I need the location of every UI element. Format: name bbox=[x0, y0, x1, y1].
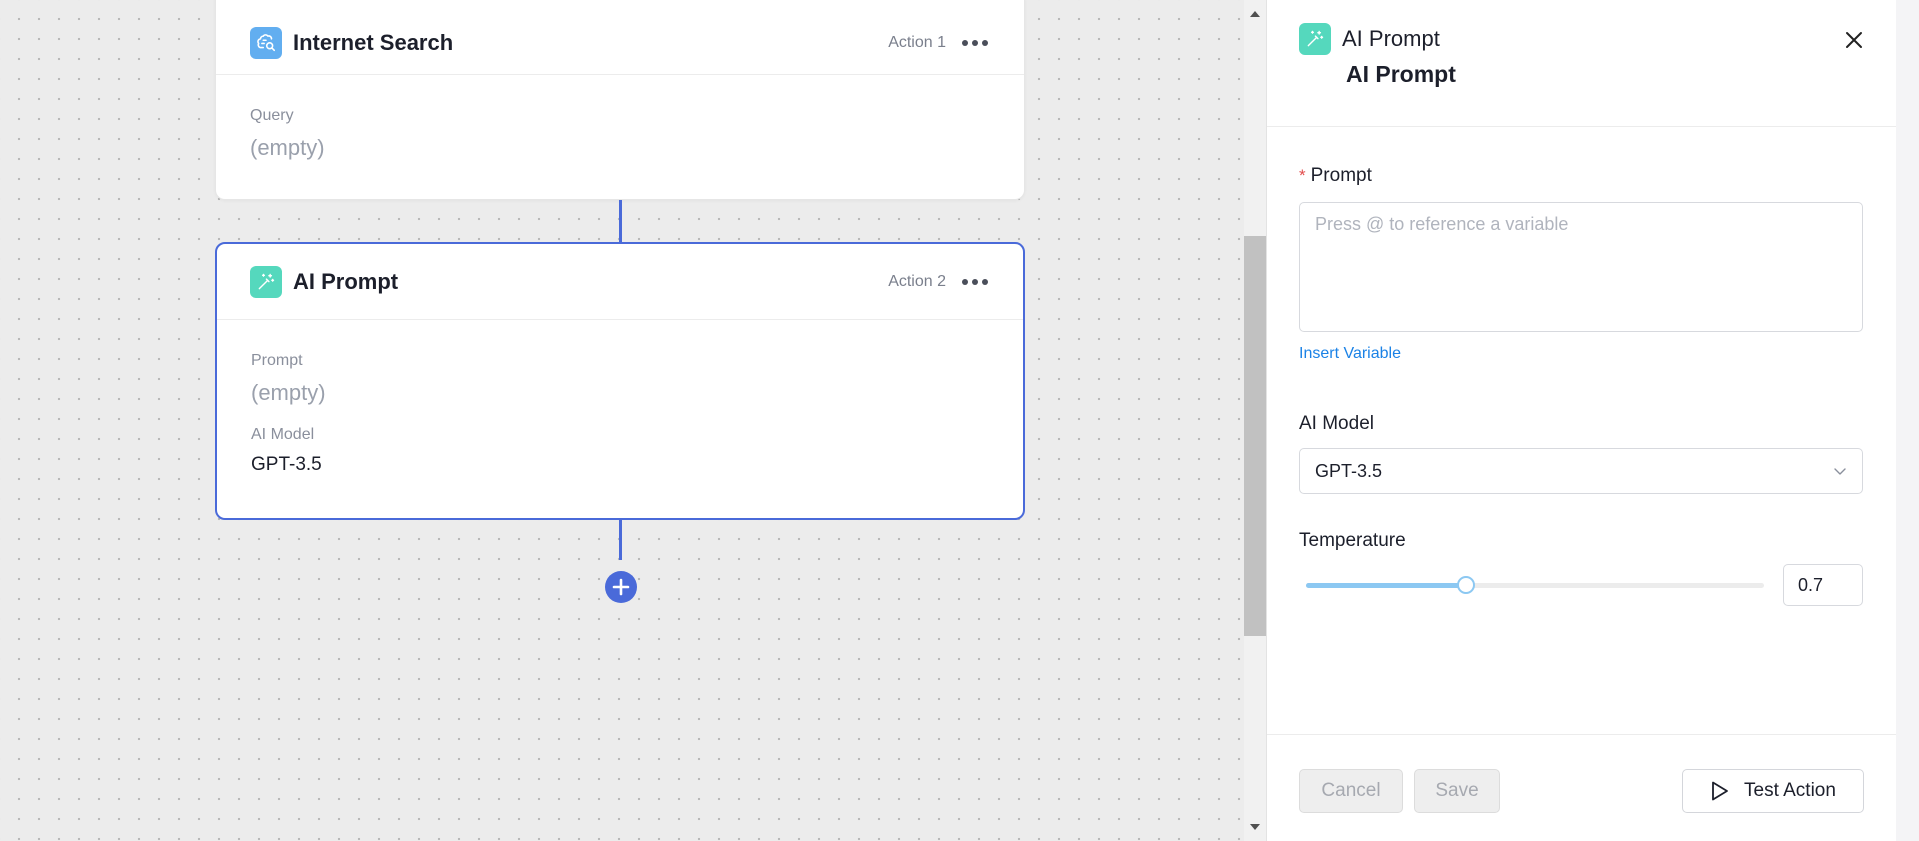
action-settings-panel: AI Prompt AI Prompt * Prompt Press @ to … bbox=[1266, 0, 1896, 841]
save-button[interactable]: Save bbox=[1414, 769, 1500, 813]
sparkle-wand-icon bbox=[1299, 23, 1331, 55]
field-value-query: (empty) bbox=[250, 135, 325, 160]
add-step-button[interactable] bbox=[605, 571, 637, 603]
node-header: Internet Search Action 1 bbox=[216, 0, 1024, 75]
node-header: AI Prompt Action 2 bbox=[217, 244, 1023, 320]
panel-subtitle[interactable]: AI Prompt bbox=[1346, 61, 1864, 88]
plus-circle-icon bbox=[612, 578, 630, 596]
test-action-label: Test Action bbox=[1744, 780, 1836, 801]
required-asterisk: * bbox=[1299, 166, 1306, 185]
workflow-canvas[interactable]: Internet Search Action 1 Query (empty) A… bbox=[0, 0, 1244, 841]
chevron-down-icon bbox=[1834, 468, 1846, 475]
temperature-input[interactable]: 0.7 bbox=[1783, 564, 1863, 606]
more-options-icon[interactable] bbox=[960, 36, 990, 50]
slider-handle[interactable] bbox=[1457, 575, 1476, 594]
field-label-prompt: Prompt bbox=[251, 352, 303, 369]
panel-title: AI Prompt bbox=[1342, 26, 1440, 51]
ai-model-label: AI Model bbox=[1299, 413, 1374, 434]
canvas-scrollbar[interactable] bbox=[1244, 0, 1266, 841]
field-label-query: Query bbox=[250, 107, 294, 124]
field-value-prompt: (empty) bbox=[251, 380, 326, 405]
scroll-down-arrow-icon[interactable] bbox=[1250, 824, 1260, 830]
play-icon bbox=[1712, 781, 1728, 801]
prompt-label-text: Prompt bbox=[1310, 165, 1372, 186]
ai-model-selected-value: GPT-3.5 bbox=[1315, 460, 1383, 481]
more-options-icon[interactable] bbox=[960, 275, 990, 289]
node-card-internet-search[interactable]: Internet Search Action 1 Query (empty) bbox=[215, 0, 1025, 200]
field-label-ai-model: AI Model bbox=[251, 426, 315, 443]
test-action-button[interactable]: Test Action bbox=[1682, 769, 1864, 813]
node-action-label: Action 2 bbox=[888, 272, 946, 290]
node-connector bbox=[619, 200, 622, 242]
node-title: Internet Search bbox=[293, 29, 454, 55]
ai-model-select[interactable]: GPT-3.5 bbox=[1299, 448, 1863, 494]
node-connector bbox=[619, 520, 622, 560]
temperature-slider[interactable] bbox=[1306, 575, 1764, 594]
temperature-label: Temperature bbox=[1299, 530, 1406, 551]
brain-search-icon bbox=[250, 26, 282, 59]
slider-fill bbox=[1306, 582, 1467, 588]
panel-footer: Cancel Save Test Action bbox=[1267, 734, 1896, 841]
prompt-textarea[interactable]: Press @ to reference a variable bbox=[1299, 202, 1863, 332]
node-title: AI Prompt bbox=[293, 268, 399, 294]
panel-header: AI Prompt AI Prompt bbox=[1267, 0, 1896, 127]
scroll-thumb[interactable] bbox=[1244, 236, 1266, 636]
right-edge-strip bbox=[1896, 0, 1919, 841]
node-action-label: Action 1 bbox=[888, 33, 946, 51]
sparkle-wand-icon bbox=[250, 265, 282, 298]
scroll-up-arrow-icon[interactable] bbox=[1250, 11, 1260, 17]
node-card-ai-prompt[interactable]: AI Prompt Action 2 Prompt (empty) AI Mod… bbox=[215, 242, 1025, 520]
cancel-button[interactable]: Cancel bbox=[1299, 769, 1403, 813]
prompt-label: * Prompt bbox=[1299, 165, 1864, 187]
close-icon[interactable] bbox=[1842, 28, 1866, 52]
field-value-ai-model: GPT-3.5 bbox=[251, 454, 322, 475]
insert-variable-link[interactable]: Insert Variable bbox=[1299, 345, 1864, 363]
